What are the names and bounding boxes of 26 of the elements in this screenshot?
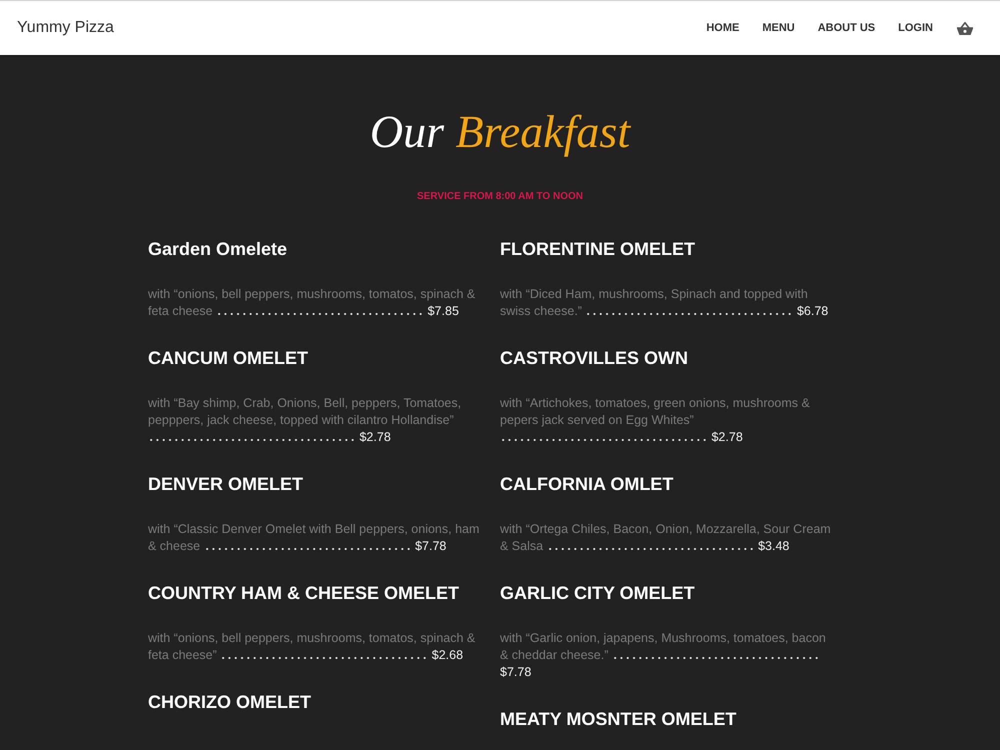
- dish-description-with-price: with “Classic Denver Omelet with Bell peppers, onions, ham & cheese $7.78: [148, 521, 480, 555]
- dish-name: FLORENTINE OMELET: [500, 238, 696, 261]
- dish-name: DENVER OMELET: [148, 473, 304, 496]
- dish-name: CALFORNIA OMLET: [500, 473, 674, 496]
- dish-name: CHORIZO OMELET: [148, 691, 312, 714]
- nav-link[interactable]: ABOUT US: [818, 22, 876, 34]
- dish-name: COUNTRY HAM & CHEESE OMELET: [148, 582, 460, 605]
- page-title: Our Breakfast: [368, 105, 632, 159]
- dish-description-with-price: with “Diced Ham, mushrooms, Spinach and topped with swiss cheese.” $6.78: [500, 286, 830, 320]
- dish-description-with-price: with “Garlic onion, japapens, Mushrooms, tomatoes, bacon & cheddar cheese.” $7.78: [500, 630, 827, 681]
- dish-description-with-price: with “Ortega Chiles, Bacon, Onion, Mozzarella, Sour Cream & Salsa $3.48: [500, 521, 832, 555]
- site-title[interactable]: Yummy Pizza: [17, 19, 114, 37]
- dish-name: CANCUM OMELET: [148, 347, 309, 370]
- dish-name: GARLIC CITY OMELET: [500, 582, 696, 605]
- dish-description-with-price: with “onions, bell peppers, mushrooms, tomatos, spinach & feta cheese” $2.68: [148, 630, 476, 664]
- dish-description-with-price: with “Bay shimp, Crab, Onions, Bell, peppers, Tomatoes, pepppers, jack cheese, topped with cilantro Hollandise” $2.78: [148, 395, 462, 446]
- service-hours-text: SERVICE FROM 8:00 AM TO NOON: [416, 190, 584, 204]
- nav-link[interactable]: LOGIN: [898, 22, 933, 34]
- dish-name: Garden Omelete: [148, 238, 288, 261]
- dish-description-with-price: with “onions, bell peppers, mushrooms, tomatos, spinach & feta cheese $7.85: [148, 286, 476, 320]
- nav-link[interactable]: HOME: [706, 22, 740, 34]
- dish-name: MEATY MOSNTER OMELET: [500, 708, 738, 731]
- dish-name: CASTROVILLES OWN: [500, 347, 689, 370]
- nav-link[interactable]: MENU: [762, 22, 795, 34]
- basket-icon[interactable]: [957, 22, 973, 34]
- dish-description-with-price: with “Artichokes, tomatoes, green onions, mushrooms & pepers jack served on Egg Whites” $2.78: [500, 395, 811, 446]
